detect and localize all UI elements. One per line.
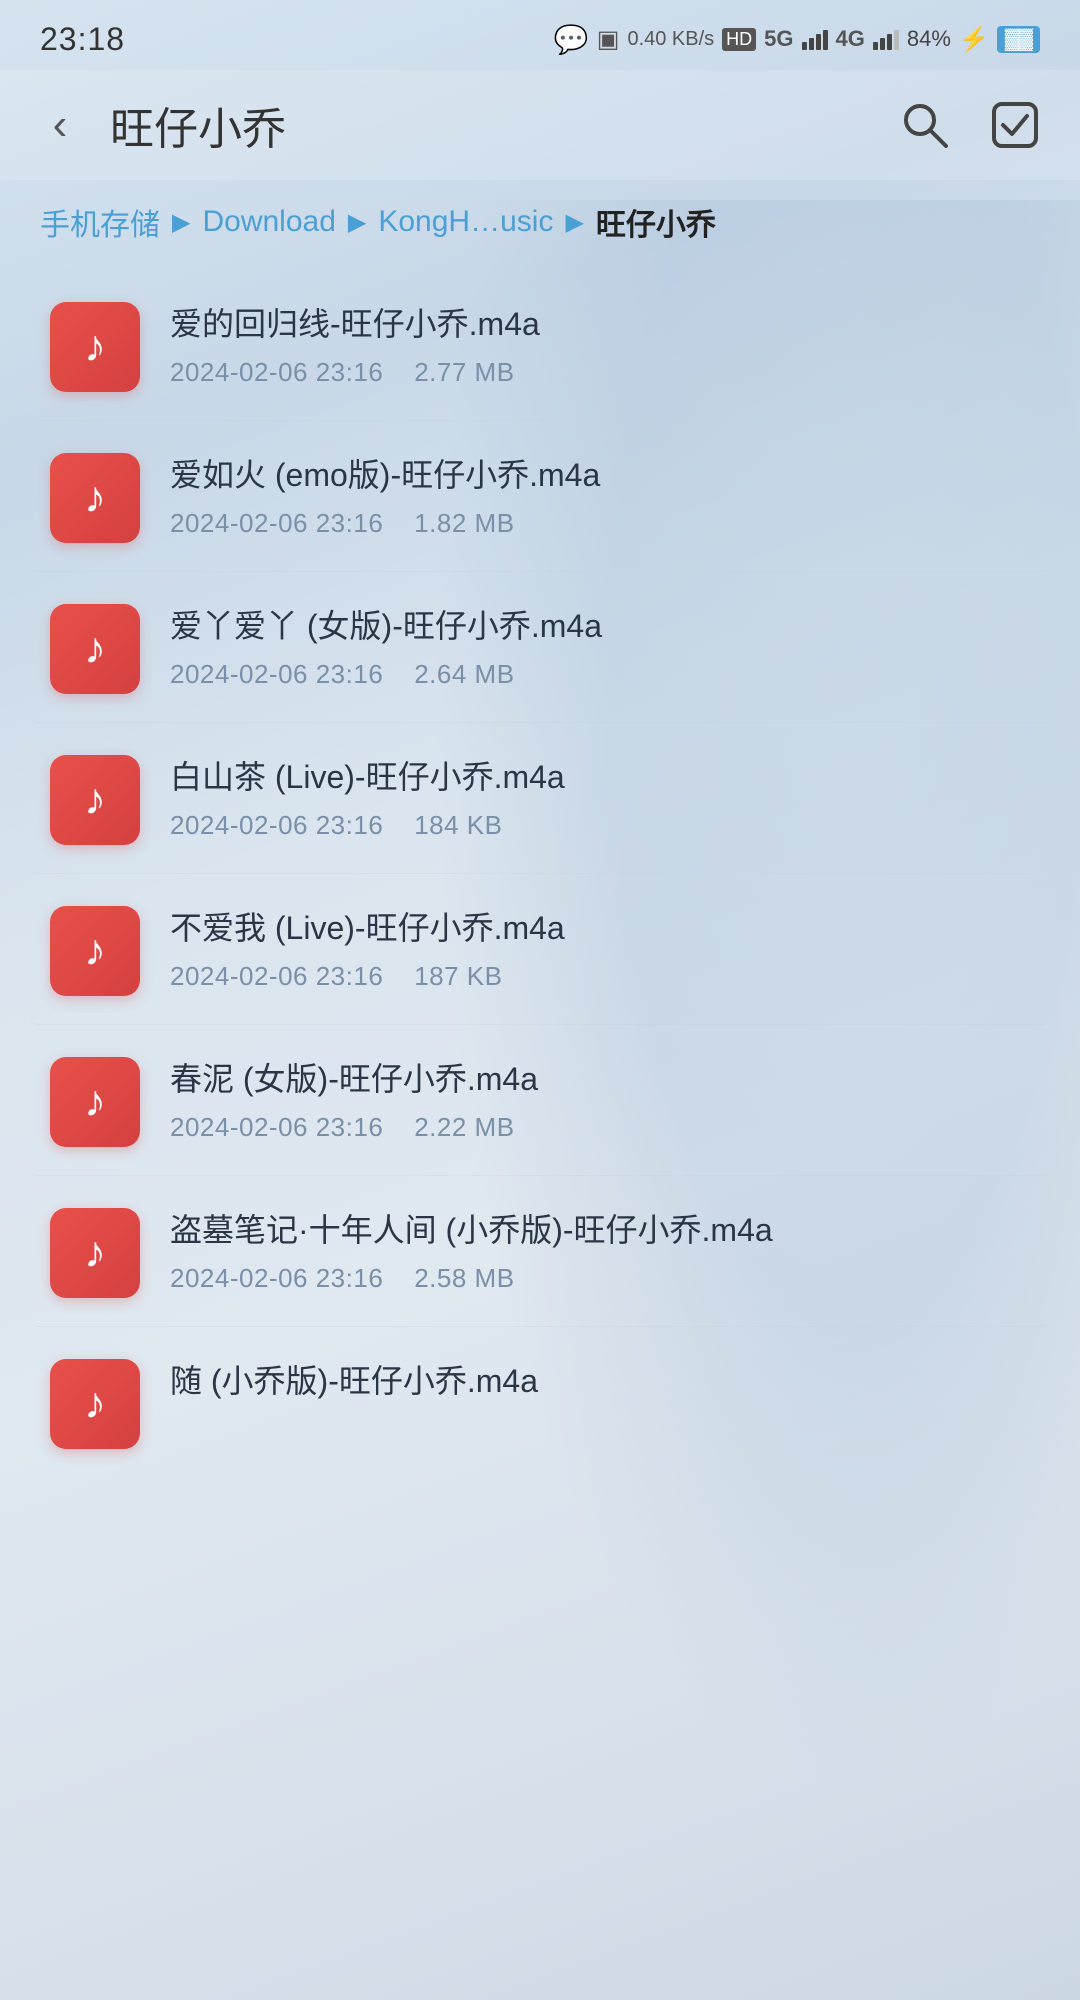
list-item[interactable]: ♪ 不爱我 (Live)-旺仔小乔.m4a 2024-02-06 23:16 1… bbox=[30, 878, 1050, 1025]
file-name: 春泥 (女版)-旺仔小乔.m4a bbox=[170, 1057, 1030, 1102]
file-icon: ♪ bbox=[50, 1208, 140, 1298]
sim-icon: ▣ bbox=[597, 25, 620, 54]
music-note-icon: ♪ bbox=[84, 1228, 106, 1278]
list-item[interactable]: ♪ 爱的回归线-旺仔小乔.m4a 2024-02-06 23:16 2.77 M… bbox=[30, 274, 1050, 421]
breadcrumb: 手机存储 ▶ Download ▶ KongH…usic ▶ 旺仔小乔 bbox=[0, 180, 1080, 274]
5g-icon: 5G bbox=[764, 26, 793, 52]
file-date: 2024-02-06 23:16 bbox=[170, 659, 383, 689]
breadcrumb-item-0[interactable]: 手机存储 bbox=[40, 200, 160, 244]
status-icons: 💬 ▣ 0.40 KB/s HD 5G 4G 84% ⚡ ▓▓ bbox=[554, 23, 1040, 56]
file-info: 白山茶 (Live)-旺仔小乔.m4a 2024-02-06 23:16 184… bbox=[140, 755, 1030, 841]
file-date: 2024-02-06 23:16 bbox=[170, 810, 383, 840]
file-icon: ♪ bbox=[50, 302, 140, 392]
file-meta: 2024-02-06 23:16 2.58 MB bbox=[170, 1263, 1030, 1294]
file-meta: 2024-02-06 23:16 2.77 MB bbox=[170, 357, 1030, 388]
search-button[interactable] bbox=[890, 90, 960, 160]
file-date: 2024-02-06 23:16 bbox=[170, 961, 383, 991]
file-icon: ♪ bbox=[50, 906, 140, 996]
file-name: 爱如火 (emo版)-旺仔小乔.m4a bbox=[170, 453, 1030, 498]
signal-bars-2 bbox=[873, 28, 899, 50]
music-note-icon: ♪ bbox=[84, 1379, 106, 1429]
header-actions bbox=[890, 90, 1050, 160]
file-name: 白山茶 (Live)-旺仔小乔.m4a bbox=[170, 755, 1030, 800]
file-size: 187 KB bbox=[414, 961, 502, 991]
signal-bars bbox=[802, 28, 828, 50]
breadcrumb-sep-2: ▶ bbox=[565, 208, 583, 237]
list-item[interactable]: ♪ 爱丫爱丫 (女版)-旺仔小乔.m4a 2024-02-06 23:16 2.… bbox=[30, 576, 1050, 723]
file-date: 2024-02-06 23:16 bbox=[170, 357, 383, 387]
file-meta: 2024-02-06 23:16 184 KB bbox=[170, 810, 1030, 841]
page-title: 旺仔小乔 bbox=[90, 93, 890, 157]
file-meta: 2024-02-06 23:16 2.22 MB bbox=[170, 1112, 1030, 1143]
file-name: 随 (小乔版)-旺仔小乔.m4a bbox=[170, 1359, 1030, 1404]
status-bar: 23:18 💬 ▣ 0.40 KB/s HD 5G 4G 84% ⚡ ▓▓ bbox=[0, 0, 1080, 70]
file-meta: 2024-02-06 23:16 2.64 MB bbox=[170, 659, 1030, 690]
music-note-icon: ♪ bbox=[84, 1077, 106, 1127]
file-info: 爱如火 (emo版)-旺仔小乔.m4a 2024-02-06 23:16 1.8… bbox=[140, 453, 1030, 539]
file-meta: 2024-02-06 23:16 1.82 MB bbox=[170, 508, 1030, 539]
file-info: 春泥 (女版)-旺仔小乔.m4a 2024-02-06 23:16 2.22 M… bbox=[140, 1057, 1030, 1143]
battery-percent: 84% bbox=[907, 26, 951, 52]
back-icon: ‹ bbox=[53, 100, 68, 150]
breadcrumb-sep-0: ▶ bbox=[172, 208, 190, 237]
file-size: 2.58 MB bbox=[414, 1263, 514, 1293]
file-name: 爱丫爱丫 (女版)-旺仔小乔.m4a bbox=[170, 604, 1030, 649]
music-note-icon: ♪ bbox=[84, 473, 106, 523]
file-size: 2.22 MB bbox=[414, 1112, 514, 1142]
list-item[interactable]: ♪ 随 (小乔版)-旺仔小乔.m4a bbox=[30, 1331, 1050, 1459]
4g-icon: 4G bbox=[836, 26, 865, 52]
file-info: 爱丫爱丫 (女版)-旺仔小乔.m4a 2024-02-06 23:16 2.64… bbox=[140, 604, 1030, 690]
battery-icon: ▓▓ bbox=[997, 26, 1040, 53]
file-info: 爱的回归线-旺仔小乔.m4a 2024-02-06 23:16 2.77 MB bbox=[140, 302, 1030, 388]
file-date: 2024-02-06 23:16 bbox=[170, 1112, 383, 1142]
file-size: 1.82 MB bbox=[414, 508, 514, 538]
file-icon: ♪ bbox=[50, 1359, 140, 1449]
file-icon: ♪ bbox=[50, 755, 140, 845]
file-name: 不爱我 (Live)-旺仔小乔.m4a bbox=[170, 906, 1030, 951]
file-name: 盗墓笔记·十年人间 (小乔版)-旺仔小乔.m4a bbox=[170, 1208, 1030, 1253]
file-size: 184 KB bbox=[414, 810, 502, 840]
file-size: 2.64 MB bbox=[414, 659, 514, 689]
file-name: 爱的回归线-旺仔小乔.m4a bbox=[170, 302, 1030, 347]
file-icon: ♪ bbox=[50, 1057, 140, 1147]
file-icon: ♪ bbox=[50, 604, 140, 694]
status-time: 23:18 bbox=[40, 21, 125, 58]
file-info: 盗墓笔记·十年人间 (小乔版)-旺仔小乔.m4a 2024-02-06 23:1… bbox=[140, 1208, 1030, 1294]
file-date: 2024-02-06 23:16 bbox=[170, 1263, 383, 1293]
speed-indicator: 0.40 KB/s bbox=[627, 28, 714, 51]
list-item[interactable]: ♪ 爱如火 (emo版)-旺仔小乔.m4a 2024-02-06 23:16 1… bbox=[30, 425, 1050, 572]
list-item[interactable]: ♪ 盗墓笔记·十年人间 (小乔版)-旺仔小乔.m4a 2024-02-06 23… bbox=[30, 1180, 1050, 1327]
file-icon: ♪ bbox=[50, 453, 140, 543]
hd-badge: HD bbox=[722, 28, 756, 51]
breadcrumb-sep-1: ▶ bbox=[348, 208, 366, 237]
list-item[interactable]: ♪ 白山茶 (Live)-旺仔小乔.m4a 2024-02-06 23:16 1… bbox=[30, 727, 1050, 874]
music-note-icon: ♪ bbox=[84, 926, 106, 976]
search-icon bbox=[900, 100, 950, 150]
header: ‹ 旺仔小乔 bbox=[0, 70, 1080, 180]
charging-icon: ⚡ bbox=[959, 25, 989, 54]
file-list: ♪ 爱的回归线-旺仔小乔.m4a 2024-02-06 23:16 2.77 M… bbox=[0, 274, 1080, 1459]
wechat-icon: 💬 bbox=[554, 23, 589, 56]
file-size: 2.77 MB bbox=[414, 357, 514, 387]
select-button[interactable] bbox=[980, 90, 1050, 160]
breadcrumb-item-2[interactable]: KongH…usic bbox=[378, 205, 553, 239]
music-note-icon: ♪ bbox=[84, 624, 106, 674]
list-item[interactable]: ♪ 春泥 (女版)-旺仔小乔.m4a 2024-02-06 23:16 2.22… bbox=[30, 1029, 1050, 1176]
breadcrumb-current: 旺仔小乔 bbox=[596, 200, 716, 244]
breadcrumb-item-1[interactable]: Download bbox=[202, 205, 335, 239]
file-info: 不爱我 (Live)-旺仔小乔.m4a 2024-02-06 23:16 187… bbox=[140, 906, 1030, 992]
check-square-icon bbox=[990, 100, 1040, 150]
file-date: 2024-02-06 23:16 bbox=[170, 508, 383, 538]
music-note-icon: ♪ bbox=[84, 322, 106, 372]
file-info: 随 (小乔版)-旺仔小乔.m4a bbox=[140, 1359, 1030, 1414]
file-meta: 2024-02-06 23:16 187 KB bbox=[170, 961, 1030, 992]
back-button[interactable]: ‹ bbox=[30, 95, 90, 155]
music-note-icon: ♪ bbox=[84, 775, 106, 825]
